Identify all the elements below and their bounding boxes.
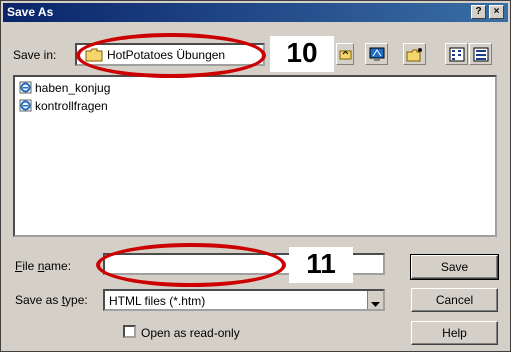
file-name-text: kontrollfragen [35, 99, 108, 113]
close-button[interactable]: × [489, 5, 504, 19]
chevron-down-icon [371, 297, 380, 311]
file-name-label: File name: [15, 259, 72, 273]
annotation-number-11: 11 [289, 247, 353, 283]
list-view-button[interactable] [445, 43, 468, 65]
details-view-icon [473, 47, 489, 65]
details-view-button[interactable] [469, 43, 492, 65]
save-in-folder: HotPotatoes Übungen [107, 48, 226, 62]
save-as-type-value: HTML files (*.htm) [109, 294, 206, 308]
up-folder-button[interactable] [336, 43, 354, 65]
annotation-number-10: 10 [270, 36, 334, 72]
dropdown-button[interactable] [367, 291, 383, 309]
save-as-type-select[interactable]: HTML files (*.htm) [103, 289, 385, 311]
new-folder-button[interactable] [403, 43, 426, 65]
file-list[interactable]: haben_konjug kontrollfragen [13, 75, 497, 237]
list-item[interactable]: kontrollfragen [19, 98, 108, 114]
desktop-icon [369, 47, 385, 65]
folder-icon [85, 48, 103, 65]
html-file-icon [19, 81, 32, 94]
save-in-label: Save in: [13, 48, 57, 62]
list-view-icon [449, 47, 465, 65]
desktop-button[interactable] [365, 43, 388, 65]
save-in-combo[interactable]: HotPotatoes Übungen [75, 43, 265, 66]
html-file-icon [19, 99, 32, 112]
file-name-text: haben_konjug [35, 81, 111, 95]
open-readonly-label: Open as read-only [141, 326, 240, 340]
cancel-button[interactable]: Cancel [411, 288, 498, 312]
title-bar: Save As ? × [3, 3, 508, 22]
help-button[interactable]: Help [411, 321, 498, 345]
help-title-button[interactable]: ? [471, 5, 486, 19]
save-button[interactable]: Save [410, 254, 499, 280]
open-readonly-checkbox[interactable] [123, 325, 136, 338]
new-folder-icon [406, 47, 424, 65]
window-title: Save As [7, 5, 54, 19]
save-as-type-label: Save as type: [15, 293, 88, 307]
list-item[interactable]: haben_konjug [19, 80, 110, 96]
save-as-dialog: Save As ? × Save in: HotPotatoes Übungen [0, 0, 511, 352]
up-folder-icon [339, 48, 352, 63]
